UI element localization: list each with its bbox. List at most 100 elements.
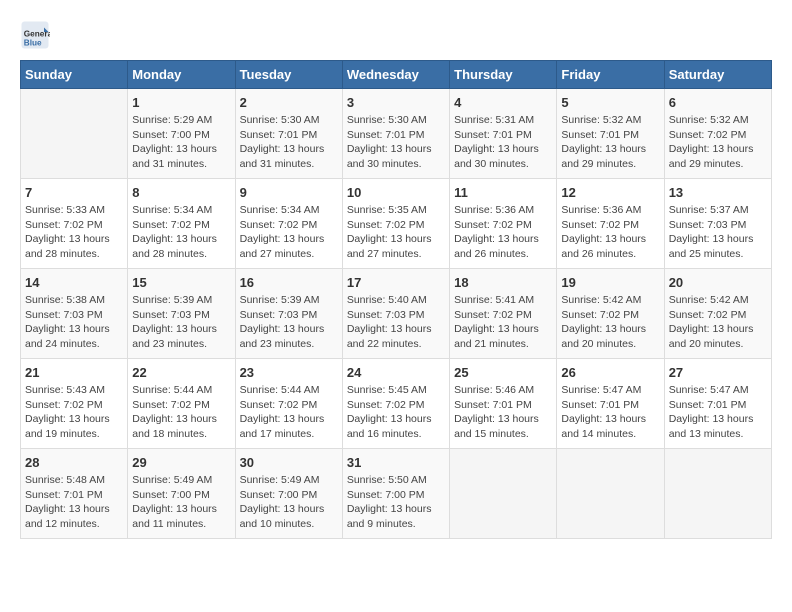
calendar-cell (664, 449, 771, 539)
day-number: 24 (347, 365, 445, 380)
calendar-cell (557, 449, 664, 539)
day-header-wednesday: Wednesday (342, 61, 449, 89)
day-info: Sunrise: 5:30 AMSunset: 7:01 PMDaylight:… (240, 113, 338, 172)
day-info: Sunrise: 5:46 AMSunset: 7:01 PMDaylight:… (454, 383, 552, 442)
calendar-week-row: 21 Sunrise: 5:43 AMSunset: 7:02 PMDayligh… (21, 359, 772, 449)
calendar-week-row: 1 Sunrise: 5:29 AMSunset: 7:00 PMDaylight… (21, 89, 772, 179)
day-info: Sunrise: 5:44 AMSunset: 7:02 PMDaylight:… (240, 383, 338, 442)
day-header-sunday: Sunday (21, 61, 128, 89)
calendar-cell: 10 Sunrise: 5:35 AMSunset: 7:02 PMDayligh… (342, 179, 449, 269)
calendar-cell: 1 Sunrise: 5:29 AMSunset: 7:00 PMDaylight… (128, 89, 235, 179)
day-number: 9 (240, 185, 338, 200)
calendar-cell (21, 89, 128, 179)
calendar-cell: 6 Sunrise: 5:32 AMSunset: 7:02 PMDaylight… (664, 89, 771, 179)
day-info: Sunrise: 5:31 AMSunset: 7:01 PMDaylight:… (454, 113, 552, 172)
day-info: Sunrise: 5:34 AMSunset: 7:02 PMDaylight:… (132, 203, 230, 262)
day-info: Sunrise: 5:50 AMSunset: 7:00 PMDaylight:… (347, 473, 445, 532)
day-number: 18 (454, 275, 552, 290)
day-info: Sunrise: 5:36 AMSunset: 7:02 PMDaylight:… (454, 203, 552, 262)
day-info: Sunrise: 5:32 AMSunset: 7:01 PMDaylight:… (561, 113, 659, 172)
calendar-cell: 31Sunrise: 5:50 AMSunset: 7:00 PMDayligh… (342, 449, 449, 539)
day-info: Sunrise: 5:49 AMSunset: 7:00 PMDaylight:… (132, 473, 230, 532)
calendar-cell: 2 Sunrise: 5:30 AMSunset: 7:01 PMDaylight… (235, 89, 342, 179)
calendar-cell: 14 Sunrise: 5:38 AMSunset: 7:03 PMDayligh… (21, 269, 128, 359)
calendar-cell (450, 449, 557, 539)
calendar-cell: 26 Sunrise: 5:47 AMSunset: 7:01 PMDayligh… (557, 359, 664, 449)
day-number: 6 (669, 95, 767, 110)
day-info: Sunrise: 5:41 AMSunset: 7:02 PMDaylight:… (454, 293, 552, 352)
calendar-week-row: 28 Sunrise: 5:48 AMSunset: 7:01 PMDayligh… (21, 449, 772, 539)
day-number: 28 (25, 455, 123, 470)
day-number: 12 (561, 185, 659, 200)
day-info: Sunrise: 5:34 AMSunset: 7:02 PMDaylight:… (240, 203, 338, 262)
calendar-cell: 20 Sunrise: 5:42 AMSunset: 7:02 PMDayligh… (664, 269, 771, 359)
calendar-cell: 13Sunrise: 5:37 AMSunset: 7:03 PMDayligh… (664, 179, 771, 269)
day-header-monday: Monday (128, 61, 235, 89)
calendar-cell: 19Sunrise: 5:42 AMSunset: 7:02 PMDayligh… (557, 269, 664, 359)
calendar-cell: 15 Sunrise: 5:39 AMSunset: 7:03 PMDayligh… (128, 269, 235, 359)
day-number: 21 (25, 365, 123, 380)
calendar-cell: 7 Sunrise: 5:33 AMSunset: 7:02 PMDaylight… (21, 179, 128, 269)
day-header-friday: Friday (557, 61, 664, 89)
calendar-cell: 3Sunrise: 5:30 AMSunset: 7:01 PMDaylight… (342, 89, 449, 179)
calendar-cell: 23 Sunrise: 5:44 AMSunset: 7:02 PMDayligh… (235, 359, 342, 449)
day-info: Sunrise: 5:42 AMSunset: 7:02 PMDaylight:… (561, 293, 659, 352)
calendar-cell: 12 Sunrise: 5:36 AMSunset: 7:02 PMDayligh… (557, 179, 664, 269)
day-number: 10 (347, 185, 445, 200)
day-number: 23 (240, 365, 338, 380)
day-info: Sunrise: 5:47 AMSunset: 7:01 PMDaylight:… (561, 383, 659, 442)
calendar-cell: 22Sunrise: 5:44 AMSunset: 7:02 PMDayligh… (128, 359, 235, 449)
calendar-cell: 28 Sunrise: 5:48 AMSunset: 7:01 PMDayligh… (21, 449, 128, 539)
calendar-cell: 29 Sunrise: 5:49 AMSunset: 7:00 PMDayligh… (128, 449, 235, 539)
day-number: 4 (454, 95, 552, 110)
day-info: Sunrise: 5:35 AMSunset: 7:02 PMDaylight:… (347, 203, 445, 262)
calendar-cell: 8Sunrise: 5:34 AMSunset: 7:02 PMDaylight… (128, 179, 235, 269)
day-info: Sunrise: 5:29 AMSunset: 7:00 PMDaylight:… (132, 113, 230, 172)
day-number: 25 (454, 365, 552, 380)
logo: General Blue (20, 20, 54, 50)
day-header-saturday: Saturday (664, 61, 771, 89)
day-number: 22 (132, 365, 230, 380)
calendar-cell: 25 Sunrise: 5:46 AMSunset: 7:01 PMDayligh… (450, 359, 557, 449)
day-info: Sunrise: 5:48 AMSunset: 7:01 PMDaylight:… (25, 473, 123, 532)
day-number: 16 (240, 275, 338, 290)
day-number: 14 (25, 275, 123, 290)
day-info: Sunrise: 5:36 AMSunset: 7:02 PMDaylight:… (561, 203, 659, 262)
calendar-week-row: 7 Sunrise: 5:33 AMSunset: 7:02 PMDaylight… (21, 179, 772, 269)
svg-text:Blue: Blue (24, 39, 42, 48)
day-info: Sunrise: 5:32 AMSunset: 7:02 PMDaylight:… (669, 113, 767, 172)
calendar-cell: 27Sunrise: 5:47 AMSunset: 7:01 PMDayligh… (664, 359, 771, 449)
calendar-week-row: 14 Sunrise: 5:38 AMSunset: 7:03 PMDayligh… (21, 269, 772, 359)
page-header: General Blue (20, 20, 772, 50)
day-info: Sunrise: 5:37 AMSunset: 7:03 PMDaylight:… (669, 203, 767, 262)
calendar-cell: 21 Sunrise: 5:43 AMSunset: 7:02 PMDayligh… (21, 359, 128, 449)
calendar-cell: 17Sunrise: 5:40 AMSunset: 7:03 PMDayligh… (342, 269, 449, 359)
day-info: Sunrise: 5:38 AMSunset: 7:03 PMDaylight:… (25, 293, 123, 352)
day-info: Sunrise: 5:47 AMSunset: 7:01 PMDaylight:… (669, 383, 767, 442)
day-number: 20 (669, 275, 767, 290)
day-info: Sunrise: 5:49 AMSunset: 7:00 PMDaylight:… (240, 473, 338, 532)
calendar-cell: 18 Sunrise: 5:41 AMSunset: 7:02 PMDayligh… (450, 269, 557, 359)
day-number: 29 (132, 455, 230, 470)
day-number: 5 (561, 95, 659, 110)
day-info: Sunrise: 5:40 AMSunset: 7:03 PMDaylight:… (347, 293, 445, 352)
calendar-cell: 4 Sunrise: 5:31 AMSunset: 7:01 PMDaylight… (450, 89, 557, 179)
calendar-table: SundayMondayTuesdayWednesdayThursdayFrid… (20, 60, 772, 539)
day-info: Sunrise: 5:33 AMSunset: 7:02 PMDaylight:… (25, 203, 123, 262)
calendar-cell: 30Sunrise: 5:49 AMSunset: 7:00 PMDayligh… (235, 449, 342, 539)
calendar-cell: 9 Sunrise: 5:34 AMSunset: 7:02 PMDaylight… (235, 179, 342, 269)
day-number: 15 (132, 275, 230, 290)
day-info: Sunrise: 5:42 AMSunset: 7:02 PMDaylight:… (669, 293, 767, 352)
logo-icon: General Blue (20, 20, 50, 50)
day-number: 2 (240, 95, 338, 110)
day-number: 26 (561, 365, 659, 380)
day-number: 11 (454, 185, 552, 200)
day-info: Sunrise: 5:43 AMSunset: 7:02 PMDaylight:… (25, 383, 123, 442)
day-number: 7 (25, 185, 123, 200)
calendar-cell: 24Sunrise: 5:45 AMSunset: 7:02 PMDayligh… (342, 359, 449, 449)
day-header-tuesday: Tuesday (235, 61, 342, 89)
day-number: 1 (132, 95, 230, 110)
day-number: 3 (347, 95, 445, 110)
calendar-cell: 11 Sunrise: 5:36 AMSunset: 7:02 PMDayligh… (450, 179, 557, 269)
day-info: Sunrise: 5:39 AMSunset: 7:03 PMDaylight:… (132, 293, 230, 352)
